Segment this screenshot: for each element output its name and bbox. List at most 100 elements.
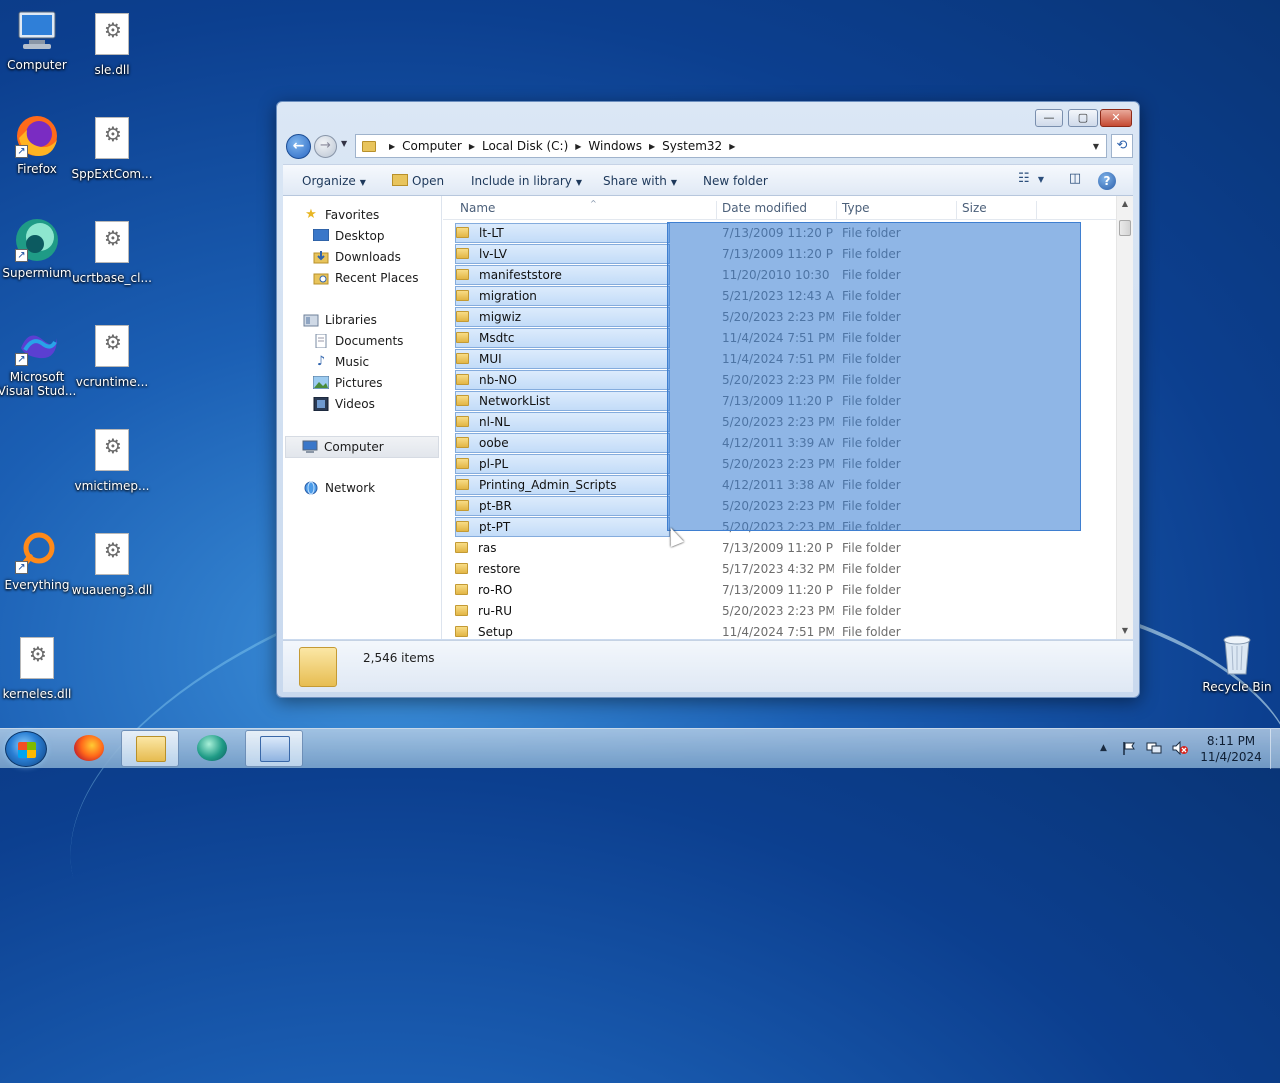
desktop-icon-recycle-bin[interactable]: Recycle Bin	[1195, 630, 1279, 694]
file-name-cell[interactable]: MUI	[455, 348, 670, 369]
nav-favorites[interactable]: ★ Favorites	[303, 208, 379, 223]
table-row[interactable]: ras 7/13/2009 11:20 PM File folder	[443, 537, 1116, 558]
recent-pages-dropdown[interactable]: ▼	[341, 139, 347, 148]
show-desktop-button[interactable]	[1270, 729, 1280, 769]
file-name-cell[interactable]: nl-NL	[455, 411, 670, 432]
desktop-icon-sppextcom[interactable]: SppExtCom...	[70, 114, 154, 181]
music-icon: ♪	[316, 354, 326, 369]
back-button[interactable]: ←	[286, 134, 311, 159]
file-name-cell[interactable]: ro-RO	[455, 580, 670, 600]
nav-downloads[interactable]: Downloads	[313, 250, 401, 264]
nav-desktop[interactable]: Desktop	[312, 228, 385, 243]
volume-muted-icon[interactable]	[1172, 740, 1188, 758]
file-name-cell[interactable]: Setup	[455, 622, 670, 640]
file-name-cell[interactable]: migration	[455, 285, 670, 306]
open-button[interactable]: Open	[392, 174, 444, 188]
preview-pane-button[interactable]: ◫	[1065, 171, 1085, 191]
nav-videos[interactable]: Videos	[313, 396, 375, 412]
table-row[interactable]: Setup 11/4/2024 7:51 PM File folder	[443, 621, 1116, 639]
folder-icon	[456, 521, 469, 532]
nav-pictures[interactable]: Pictures	[312, 375, 383, 390]
breadcrumb-computer[interactable]: Computer	[402, 139, 462, 153]
file-name-cell[interactable]: pt-BR	[455, 495, 670, 516]
file-name-cell[interactable]: migwiz	[455, 306, 670, 327]
file-name-cell[interactable]: NetworkList	[455, 390, 670, 411]
file-name-cell[interactable]: pl-PL	[455, 453, 670, 474]
refresh-button[interactable]: ⟲	[1111, 134, 1133, 158]
nav-computer[interactable]: Computer	[285, 436, 439, 458]
file-name-cell[interactable]: ras	[455, 538, 670, 558]
everything-icon: ↗	[13, 528, 61, 576]
file-name-cell[interactable]: restore	[455, 559, 670, 579]
desktop-icon-vmictimep[interactable]: vmictimep...	[70, 426, 154, 493]
column-header-type[interactable]: Type	[837, 201, 957, 219]
change-view-button[interactable]: ☷ ▼	[1011, 171, 1051, 191]
desktop-icon-wuaueng3[interactable]: wuaueng3.dll	[70, 530, 154, 597]
desktop-icon-kerneles[interactable]: kerneles.dll	[0, 634, 79, 701]
vertical-scrollbar[interactable]: ▲ ▼	[1116, 196, 1133, 639]
taskbar-remote-desktop[interactable]	[245, 730, 303, 767]
desktop-icon-computer[interactable]: Computer	[0, 8, 79, 72]
desktop-icon-sle-dll[interactable]: sle.dll	[70, 10, 154, 77]
file-name-cell[interactable]: Msdtc	[455, 327, 670, 348]
desktop-icon-supermium[interactable]: ↗ Supermium	[0, 216, 79, 280]
chevron-right-icon[interactable]: ▶	[469, 142, 475, 151]
file-name-cell[interactable]: ru-RU	[455, 601, 670, 621]
breadcrumb-windows[interactable]: Windows	[588, 139, 642, 153]
chevron-right-icon[interactable]: ▶	[575, 142, 581, 151]
forward-button[interactable]: →	[314, 135, 337, 158]
column-header-name[interactable]: ^ Name	[455, 199, 717, 219]
taskbar-explorer[interactable]	[121, 730, 179, 767]
include-in-library-button[interactable]: Include in library ▼	[471, 174, 582, 188]
scroll-thumb[interactable]	[1119, 220, 1131, 236]
nav-music[interactable]: ♪ Music	[313, 354, 369, 370]
taskbar-clock[interactable]: 8:11 PM 11/4/2024	[1196, 733, 1266, 765]
start-button[interactable]	[5, 731, 47, 767]
column-header-size[interactable]: Size	[957, 201, 1037, 219]
nav-documents[interactable]: Documents	[313, 333, 403, 349]
address-history-dropdown[interactable]: ▼	[1086, 142, 1106, 151]
nav-network[interactable]: Network	[303, 481, 375, 495]
file-name-cell[interactable]: Printing_Admin_Scripts	[455, 474, 670, 495]
address-bar[interactable]: ▶ Computer ▶ Local Disk (C:) ▶ Windows ▶…	[355, 134, 1107, 158]
breadcrumb-local-disk[interactable]: Local Disk (C:)	[482, 139, 568, 153]
chevron-right-icon[interactable]: ▶	[389, 142, 395, 151]
breadcrumb-system32[interactable]: System32	[662, 139, 722, 153]
share-with-button[interactable]: Share with ▼	[603, 174, 677, 188]
action-center-flag-icon[interactable]	[1122, 741, 1136, 758]
help-button[interactable]: ?	[1098, 172, 1116, 190]
scroll-down-button[interactable]: ▼	[1117, 623, 1133, 639]
close-button[interactable]: ✕	[1100, 109, 1132, 127]
maximize-button[interactable]: ▢	[1068, 109, 1098, 127]
file-name-cell[interactable]: lv-LV	[455, 243, 670, 264]
include-in-library-label: Include in library	[471, 174, 572, 188]
desktop-icon-ucrtbase[interactable]: ucrtbase_cl...	[70, 218, 154, 285]
desktop-icon-everything[interactable]: ↗ Everything	[0, 528, 79, 592]
desktop-icon-visual-studio[interactable]: ↗ Microsoft Visual Stud...	[0, 320, 79, 398]
file-list[interactable]: ^ Name Date modified Type Size lt-LT 7/13…	[443, 196, 1133, 639]
taskbar-firefox[interactable]	[60, 730, 118, 767]
file-name-cell[interactable]: nb-NO	[455, 369, 670, 390]
file-name-cell[interactable]: manifeststore	[455, 264, 670, 285]
file-name-cell[interactable]: pt-PT	[455, 516, 670, 537]
table-row[interactable]: ro-RO 7/13/2009 11:20 PM File folder	[443, 579, 1116, 600]
file-name-cell[interactable]: lt-LT	[455, 222, 670, 243]
table-row[interactable]: ru-RU 5/20/2023 2:23 PM File folder	[443, 600, 1116, 621]
table-row[interactable]: restore 5/17/2023 4:32 PM File folder	[443, 558, 1116, 579]
taskbar-supermium[interactable]	[183, 730, 241, 767]
organize-button[interactable]: Organize ▼	[302, 174, 366, 188]
show-hidden-icons-button[interactable]: ▲	[1100, 743, 1107, 753]
new-folder-button[interactable]: New folder	[703, 174, 768, 188]
nav-recent-places[interactable]: Recent Places	[313, 271, 418, 285]
column-header-date-modified[interactable]: Date modified	[717, 201, 837, 219]
nav-libraries[interactable]: Libraries	[303, 313, 377, 327]
chevron-right-icon[interactable]: ▶	[729, 142, 735, 151]
minimize-button[interactable]: —	[1035, 109, 1063, 127]
explorer-window[interactable]: — ▢ ✕ ← → ▼ ▶ Computer ▶ Local Disk (C:)…	[276, 101, 1140, 698]
desktop-icon-vcruntime[interactable]: vcruntime...	[70, 322, 154, 389]
file-name-cell[interactable]: oobe	[455, 432, 670, 453]
chevron-right-icon[interactable]: ▶	[649, 142, 655, 151]
desktop-icon-firefox[interactable]: ↗ Firefox	[0, 112, 79, 176]
scroll-up-button[interactable]: ▲	[1117, 196, 1133, 212]
network-status-icon[interactable]	[1146, 741, 1162, 758]
